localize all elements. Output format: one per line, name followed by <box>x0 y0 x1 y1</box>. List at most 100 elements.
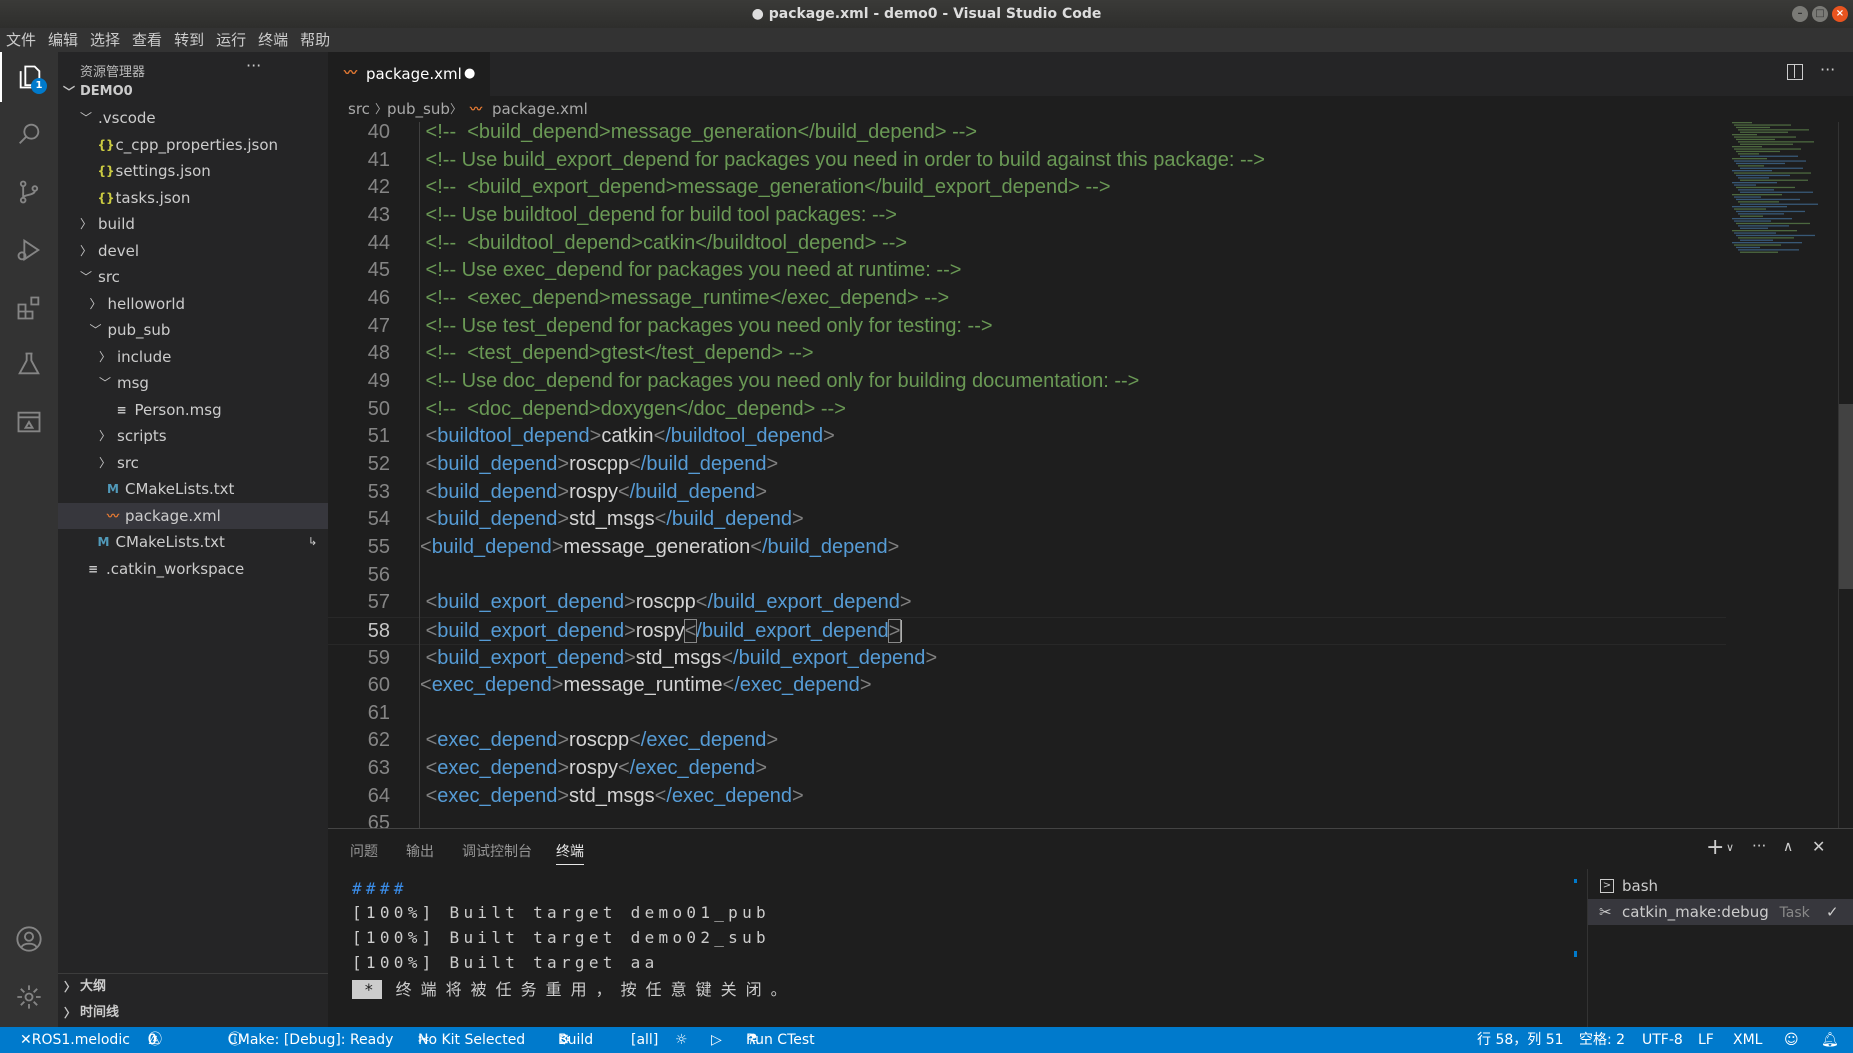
menu-view[interactable]: 查看 <box>126 28 168 52</box>
code-line[interactable]: 48 <!-- <test_depend>gtest</test_depend>… <box>328 340 1726 368</box>
close-window-button[interactable]: × <box>1832 6 1848 22</box>
minimap[interactable] <box>1726 122 1838 828</box>
tree-item[interactable]: 〉 build <box>58 211 328 237</box>
breadcrumb-src[interactable]: src <box>348 96 370 122</box>
tree-item[interactable]: 〉 include <box>58 344 328 370</box>
menu-run[interactable]: 运行 <box>210 28 252 52</box>
new-terminal-button[interactable]: + <box>1706 835 1724 860</box>
indentation[interactable]: 空格: 2 <box>1579 1027 1625 1053</box>
tree-item[interactable]: ﹀ .vscode <box>58 105 328 131</box>
code-line[interactable]: 40 <!-- <build_depend>message_generation… <box>328 122 1726 147</box>
activity-accounts[interactable] <box>0 914 58 964</box>
tab-package-xml[interactable]: 〰 package.xml ● <box>328 52 490 96</box>
terminal-prompt-line[interactable]: * 终端将被任务重用，按任意键关闭。 <box>352 976 1552 1000</box>
build-target-selector[interactable]: [all] <box>631 1027 658 1053</box>
activity-source-control[interactable] <box>0 167 58 217</box>
tree-item[interactable]: 〉 devel <box>58 238 328 264</box>
encoding[interactable]: UTF-8 <box>1642 1027 1683 1053</box>
panel-more-button[interactable]: ··· <box>1752 837 1766 855</box>
menu-selection[interactable]: 选择 <box>84 28 126 52</box>
code-line[interactable]: 42 <!-- <build_export_depend>message_gen… <box>328 174 1726 202</box>
code-line[interactable]: 43 <!-- Use buildtool_depend for build t… <box>328 202 1726 230</box>
bell-icon[interactable]: 🔔︎ <box>1821 1027 1839 1053</box>
breadcrumb-pub-sub[interactable]: pub_sub <box>387 96 450 122</box>
menu-terminal[interactable]: 终端 <box>252 28 294 52</box>
code-line[interactable]: 64 <exec_depend>std_msgs</exec_depend> <box>328 783 1726 811</box>
tree-item[interactable]: ﹀ msg <box>58 370 328 396</box>
chevron-down-icon[interactable]: ∨ <box>1726 841 1734 854</box>
tree-item[interactable]: {} tasks.json <box>58 185 328 211</box>
end-of-line[interactable]: LF <box>1698 1027 1714 1053</box>
tree-item[interactable]: ﹀ pub_sub <box>58 317 328 343</box>
code-line[interactable]: 45 <!-- Use exec_depend for packages you… <box>328 257 1726 285</box>
code-line[interactable]: 55 <build_depend>message_generation</buil… <box>328 534 1726 562</box>
activity-testing[interactable] <box>0 339 58 389</box>
run-play-icon[interactable]: ▷ <box>711 1027 722 1053</box>
tree-item[interactable]: M CMakeLists.txt <box>58 476 328 502</box>
maximize-button[interactable]: □ <box>1812 6 1828 22</box>
code-line[interactable]: 60 <exec_depend>message_runtime</exec_dep… <box>328 672 1726 700</box>
tree-item[interactable]: {} c_cpp_properties.json <box>58 132 328 158</box>
code-line[interactable]: 52 <build_depend>roscpp</build_depend> <box>328 451 1726 479</box>
tab-output[interactable]: 输出 <box>406 839 434 865</box>
editor-more-button[interactable]: ··· <box>1820 60 1835 79</box>
tree-item[interactable]: M CMakeLists.txt ↳ <box>58 529 328 555</box>
debug-bug-icon[interactable]: ☼ <box>675 1027 688 1053</box>
close-panel-button[interactable]: ✕ <box>1812 837 1825 856</box>
code-line[interactable]: 62 <exec_depend>roscpp</exec_depend> <box>328 727 1726 755</box>
remote-indicator[interactable]: ✕ ROS1.melodic <box>20 1027 130 1053</box>
code-line[interactable]: 46 <!-- <exec_depend>message_runtime</ex… <box>328 285 1726 313</box>
tab-terminal[interactable]: 终端 <box>556 839 584 865</box>
code-line[interactable]: 61 <box>328 700 1726 728</box>
menu-file[interactable]: 文件 <box>0 28 42 52</box>
editor-scrollbar[interactable] <box>1838 122 1853 828</box>
code-line[interactable]: 56 <box>328 562 1726 590</box>
code-line[interactable]: 59 <build_export_depend>std_msgs</build_… <box>328 645 1726 673</box>
activity-explorer[interactable]: 1 <box>0 52 58 102</box>
code-line[interactable]: 50 <!-- <doc_depend>doxygen</doc_depend>… <box>328 396 1726 424</box>
code-line[interactable]: 47 <!-- Use test_depend for packages you… <box>328 313 1726 341</box>
code-line[interactable]: 54 <build_depend>std_msgs</build_depend> <box>328 506 1726 534</box>
terminal-item-bash[interactable]: > bash <box>1588 873 1853 899</box>
section-outline[interactable]: 〉大纲 <box>58 974 328 1000</box>
tree-item[interactable]: ≡ .catkin_workspace <box>58 556 328 582</box>
code-line[interactable]: 53 <build_depend>rospy</build_depend> <box>328 479 1726 507</box>
tree-item[interactable]: 〰 package.xml <box>58 502 328 529</box>
menu-help[interactable]: 帮助 <box>294 28 336 52</box>
scrollbar-thumb[interactable] <box>1839 404 1853 589</box>
code-line[interactable]: 57 <build_export_depend>roscpp</build_ex… <box>328 589 1726 617</box>
menu-go[interactable]: 转到 <box>168 28 210 52</box>
code-editor[interactable]: 40 <!-- <build_depend>message_generation… <box>328 122 1726 828</box>
tab-problems[interactable]: 问题 <box>350 839 378 865</box>
activity-remote-explorer[interactable] <box>0 397 58 447</box>
tab-debug-console[interactable]: 调试控制台 <box>462 839 532 865</box>
tree-item[interactable]: ﹀ src <box>58 264 328 290</box>
feedback-icon[interactable]: ☺ <box>1784 1027 1799 1053</box>
code-line[interactable]: 63 <exec_depend>rospy</exec_depend> <box>328 755 1726 783</box>
maximize-panel-button[interactable]: ∧ <box>1783 839 1793 855</box>
activity-extensions[interactable] <box>0 283 58 333</box>
activity-run-debug[interactable] <box>0 225 58 275</box>
tree-item[interactable]: 〉 src <box>58 450 328 476</box>
cursor-position[interactable]: 行 58，列 51 <box>1477 1027 1564 1053</box>
code-line[interactable]: 41 <!-- Use build_export_depend for pack… <box>328 147 1726 175</box>
dirty-indicator[interactable]: ● <box>464 52 475 96</box>
activity-search[interactable] <box>0 109 58 159</box>
language-mode[interactable]: XML <box>1733 1027 1762 1053</box>
breadcrumb-package-xml[interactable]: package.xml <box>492 96 588 122</box>
code-line[interactable]: 51 <buildtool_depend>catkin</buildtool_d… <box>328 423 1726 451</box>
terminal-item-catkin-make[interactable]: ✂ catkin_make:debug Task ✓ <box>1588 899 1853 925</box>
code-line[interactable]: 49 <!-- Use doc_depend for packages you … <box>328 368 1726 396</box>
tree-item[interactable]: {} settings.json <box>58 158 328 184</box>
section-timeline[interactable]: 〉时间线 <box>58 1000 328 1026</box>
menu-edit[interactable]: 编辑 <box>42 28 84 52</box>
tree-item[interactable]: 〉 helloworld <box>58 291 328 317</box>
tree-item[interactable]: ≡ Person.msg <box>58 397 328 423</box>
split-editor-icon[interactable] <box>1787 64 1803 80</box>
minimize-button[interactable]: – <box>1792 6 1808 22</box>
code-line[interactable]: 65 <box>328 810 1726 828</box>
code-line[interactable]: 58 <build_export_depend>rospy</build_exp… <box>328 616 1726 645</box>
workspace-root[interactable]: ﹀ DEMO0 <box>58 79 328 105</box>
tree-item[interactable]: 〉 scripts <box>58 423 328 449</box>
code-line[interactable]: 44 <!-- <buildtool_depend>catkin</buildt… <box>328 230 1726 258</box>
